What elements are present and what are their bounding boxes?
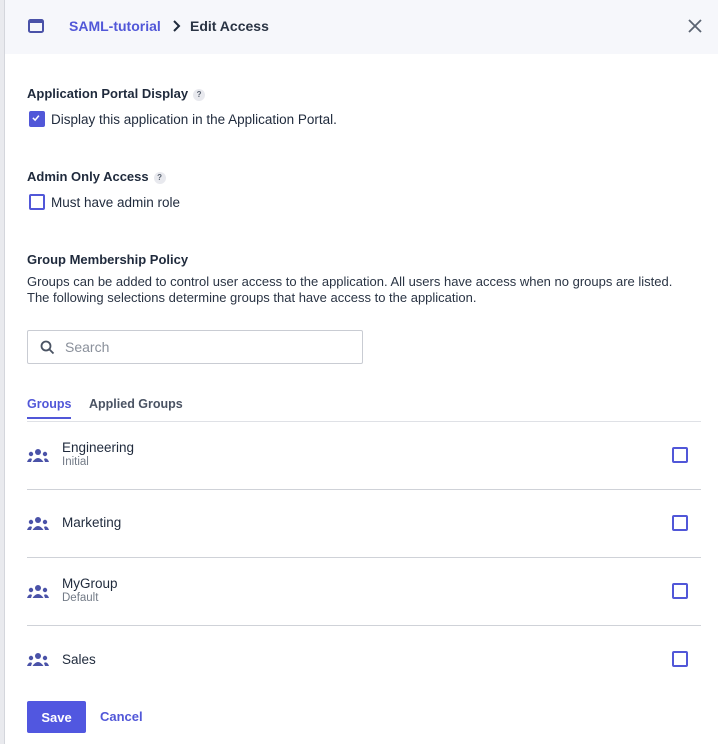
admin-only-label: Must have admin role [51,194,181,210]
panel-header: SAML-tutorial Edit Access [5,0,718,54]
group-row: Sales [27,626,701,693]
group-checkbox[interactable] [672,515,688,531]
group-name: MyGroup [62,576,118,591]
group-icon [27,517,49,530]
checkmark-icon [32,115,40,122]
cancel-button[interactable]: Cancel [100,709,143,724]
save-button[interactable]: Save [27,701,86,733]
group-checkbox[interactable] [672,447,688,463]
chevron-right-icon [173,20,181,32]
breadcrumb-app-link[interactable]: SAML-tutorial [69,18,161,34]
group-search-field[interactable] [27,330,363,364]
tab-applied-groups[interactable]: Applied Groups [89,397,183,417]
group-icon [27,449,49,462]
group-name: Marketing [62,515,122,530]
admin-only-checkbox[interactable] [29,194,45,210]
breadcrumb-current: Edit Access [190,18,269,34]
group-checkbox[interactable] [672,651,688,667]
group-icon [27,585,49,598]
group-row: Engineering Initial [27,422,701,490]
portal-display-title-text: Application Portal Display [27,86,189,101]
group-subtitle: Default [62,592,99,604]
help-icon[interactable]: ? [193,89,206,101]
admin-only-title: Admin Only Access? [27,169,166,184]
group-name: Sales [62,652,96,667]
search-icon [40,340,55,354]
help-icon[interactable]: ? [153,172,166,184]
group-policy-title: Group Membership Policy [27,252,189,267]
group-checkbox[interactable] [672,583,688,599]
portal-display-checkbox[interactable] [29,111,45,127]
portal-display-title: Application Portal Display? [27,86,206,101]
group-row: Marketing [27,490,701,558]
group-subtitle: Initial [62,456,89,468]
group-icon [27,653,49,666]
admin-only-option[interactable]: Must have admin role [29,194,180,210]
portal-display-option[interactable]: Display this application in the Applicat… [29,111,337,127]
group-tabs: Groups Applied Groups [27,396,701,422]
application-window-icon [28,19,44,33]
portal-display-label: Display this application in the Applicat… [51,111,337,127]
edit-access-panel: SAML-tutorial Edit Access Application Po… [5,0,718,744]
search-input[interactable] [63,338,347,356]
tab-groups[interactable]: Groups [27,397,72,419]
group-name: Engineering [62,440,135,455]
group-row: MyGroup Default [27,558,701,626]
close-icon[interactable] [686,17,704,35]
group-policy-description: Groups can be added to control user acce… [27,274,673,305]
admin-only-title-text: Admin Only Access [27,169,149,184]
